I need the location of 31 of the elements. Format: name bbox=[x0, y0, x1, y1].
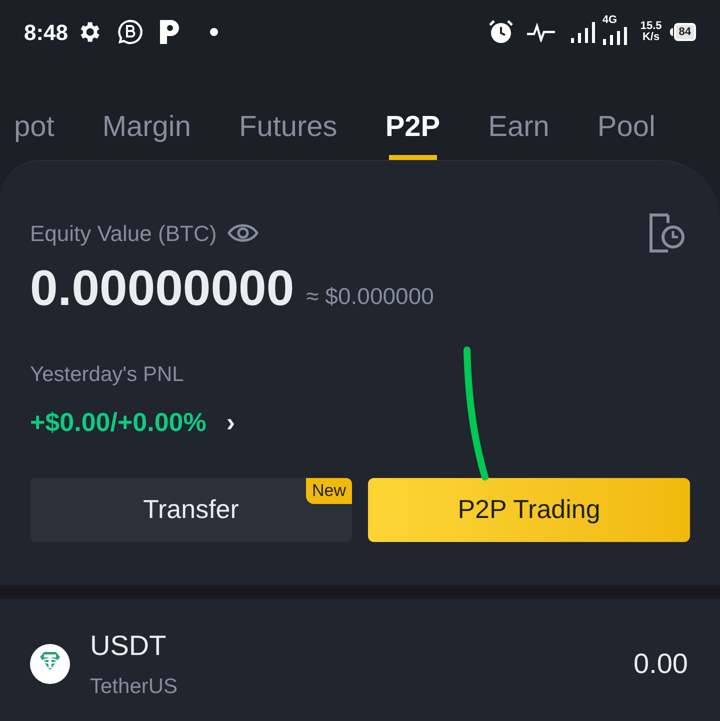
asset-amount: 0.00 bbox=[634, 647, 688, 681]
equity-value: 0.00000000 bbox=[30, 263, 294, 313]
signal-icon bbox=[570, 20, 596, 44]
speed-unit: K/s bbox=[642, 32, 660, 43]
chevron-right-icon[interactable]: › bbox=[226, 402, 236, 442]
eye-icon[interactable] bbox=[226, 222, 259, 244]
chat-bubble-icon bbox=[116, 18, 144, 46]
coin-icon bbox=[30, 644, 70, 684]
transfer-button[interactable]: Transfer New bbox=[30, 478, 352, 542]
new-badge: New bbox=[306, 478, 352, 504]
equity-label: Equity Value (BTC) bbox=[30, 220, 217, 248]
tab[interactable]: pot bbox=[14, 98, 54, 160]
pnl-value: +$0.00/+0.00% bbox=[30, 406, 206, 438]
history-icon[interactable] bbox=[648, 213, 686, 253]
tab[interactable]: Margin bbox=[102, 98, 191, 160]
pnl-label: Yesterday's PNL bbox=[30, 362, 185, 388]
speed-value: 15.5 bbox=[640, 21, 662, 32]
tab[interactable]: Earn bbox=[488, 98, 550, 160]
network-type: 4G bbox=[602, 15, 618, 26]
tab[interactable]: P2P bbox=[385, 98, 440, 160]
asset-name: TetherUS bbox=[90, 674, 178, 700]
tab-indicator bbox=[388, 155, 437, 160]
tab[interactable]: Pool bbox=[597, 98, 656, 160]
pulse-icon bbox=[526, 22, 556, 42]
clock: 8:48 bbox=[24, 18, 68, 46]
tab[interactable]: Futures bbox=[238, 98, 338, 160]
battery-indicator: 84 bbox=[670, 23, 696, 41]
asset-symbol: USDT bbox=[90, 629, 168, 664]
equity-usd: ≈ $0.000000 bbox=[306, 282, 434, 310]
alarm-clock-icon bbox=[488, 19, 514, 45]
p2p-trading-button[interactable]: P2P Trading bbox=[368, 478, 690, 542]
